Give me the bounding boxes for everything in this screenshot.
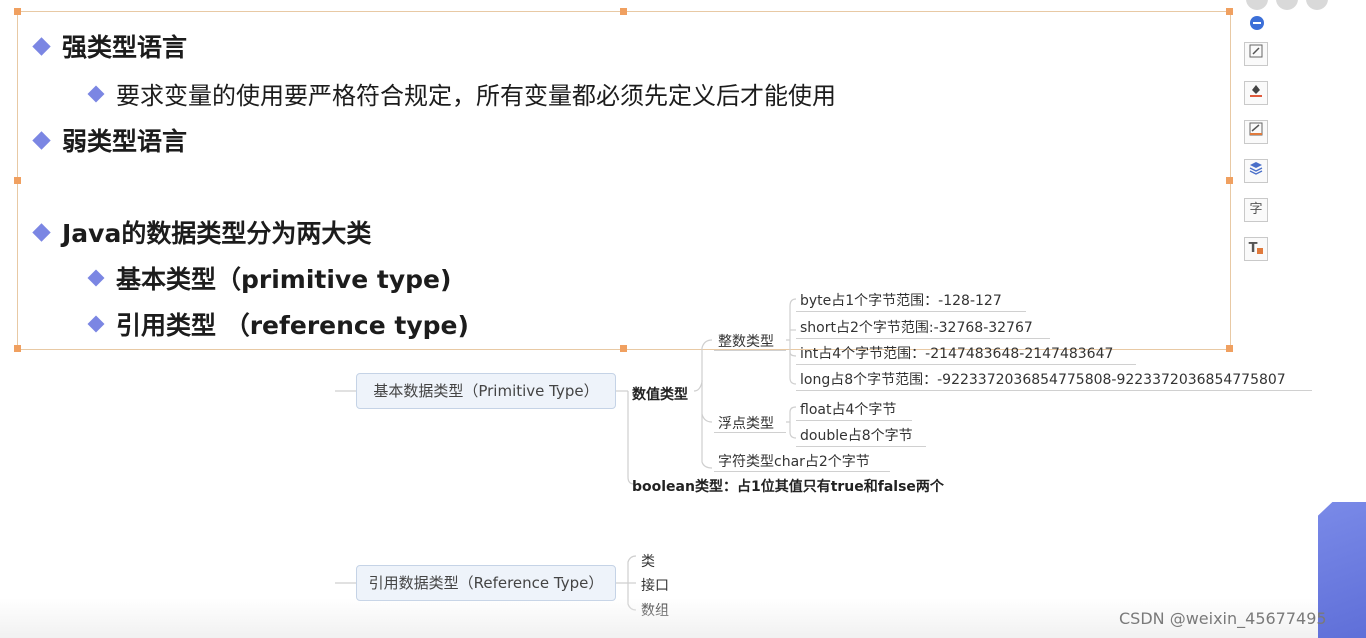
underline (796, 446, 926, 447)
mindmap-leaf-float[interactable]: float占4个字节 (800, 399, 896, 419)
watermark: CSDN @weixin_45677495 (1119, 609, 1327, 628)
font-glyph: 字 (1249, 202, 1263, 217)
bullet-reference: 引用类型 （reference type) (87, 306, 469, 342)
bullet-text: Java的数据类型分为两大类 (62, 219, 372, 248)
underline (714, 471, 890, 472)
underline (796, 311, 1026, 312)
diamond-bullet-icon (87, 85, 105, 102)
diamond-bullet-icon (32, 130, 51, 150)
bullet-weak-typing: 弱类型语言 (32, 122, 188, 158)
mindmap-leaf-long[interactable]: long占8个字节范围：-9223372036854775808-9223372… (800, 369, 1286, 389)
bullet-text: 强类型语言 (62, 33, 188, 62)
bullet-primitive: 基本类型（primitive type) (87, 260, 452, 296)
underline (796, 390, 1312, 391)
bullet-strong-typing: 强类型语言 (32, 28, 188, 64)
mindmap-node-reference-type[interactable]: 引用数据类型（Reference Type） (356, 565, 616, 601)
window-button-3[interactable] (1306, 0, 1328, 10)
mindmap-node-primitive-type[interactable]: 基本数据类型（Primitive Type） (356, 373, 616, 409)
resize-handle-br[interactable] (1226, 345, 1233, 352)
resize-handle-tc[interactable] (620, 8, 627, 15)
mindmap-leaf-short[interactable]: short占2个字节范围:-32768-32767 (800, 317, 1033, 337)
slide-selection-frame[interactable] (17, 11, 1231, 350)
node-label: 基本数据类型（Primitive Type） (373, 382, 599, 400)
bullet-java-types: Java的数据类型分为两大类 (32, 214, 372, 250)
resize-handle-bl[interactable] (14, 345, 21, 352)
bullet-text: 要求变量的使用要严格符合规定，所有变量都必须先定义后才能使用 (116, 82, 836, 110)
minus-circle-icon[interactable] (1250, 16, 1264, 30)
underline (714, 432, 786, 433)
window-button-2[interactable] (1276, 0, 1298, 10)
mindmap-integer-type[interactable]: 整数类型 (718, 331, 774, 351)
diamond-bullet-icon (32, 36, 51, 56)
layers-icon[interactable] (1244, 159, 1268, 183)
bullet-text: 引用类型 （reference type) (116, 311, 469, 340)
underline (714, 350, 786, 351)
mindmap-char-type[interactable]: 字符类型char占2个字节 (718, 451, 870, 471)
diamond-bullet-icon (32, 222, 51, 242)
mindmap-leaf-byte[interactable]: byte占1个字节范围：-128-127 (800, 290, 1002, 310)
mindmap-leaf-class[interactable]: 类 (641, 551, 655, 571)
bullet-strong-typing-desc: 要求变量的使用要严格符合规定，所有变量都必须先定义后才能使用 (87, 76, 836, 111)
mindmap-boolean-type[interactable]: boolean类型：占1位其值只有true和false两个 (632, 476, 944, 496)
mindmap-leaf-interface[interactable]: 接口 (641, 575, 669, 595)
underline (796, 364, 1136, 365)
bullet-text: 弱类型语言 (62, 127, 188, 156)
underline (796, 338, 1050, 339)
edit-box-icon[interactable] (1244, 42, 1268, 66)
mindmap-leaf-double[interactable]: double占8个字节 (800, 425, 913, 445)
window-button-1[interactable] (1246, 0, 1268, 10)
resize-handle-mr[interactable] (1226, 177, 1233, 184)
fill-color-icon[interactable] (1244, 81, 1268, 105)
text-style-icon[interactable]: T (1244, 237, 1268, 261)
font-icon[interactable]: 字 (1244, 198, 1268, 222)
mindmap-leaf-int[interactable]: int占4个字节范围：-2147483648-2147483647 (800, 343, 1113, 363)
text-glyph: T (1248, 241, 1258, 256)
mindmap-numeric-type[interactable]: 数值类型 (632, 384, 688, 404)
resize-handle-bc[interactable] (620, 345, 627, 352)
diamond-bullet-icon (87, 269, 105, 287)
resize-handle-ml[interactable] (14, 177, 21, 184)
diamond-bullet-icon (87, 315, 105, 333)
resize-handle-tl[interactable] (14, 8, 21, 15)
node-label: 引用数据类型（Reference Type） (368, 574, 604, 592)
mindmap-float-type[interactable]: 浮点类型 (718, 413, 774, 433)
line-color-icon[interactable] (1244, 120, 1268, 144)
resize-handle-tr[interactable] (1226, 8, 1233, 15)
bullet-text: 基本类型（primitive type) (116, 265, 452, 294)
underline (796, 420, 912, 421)
